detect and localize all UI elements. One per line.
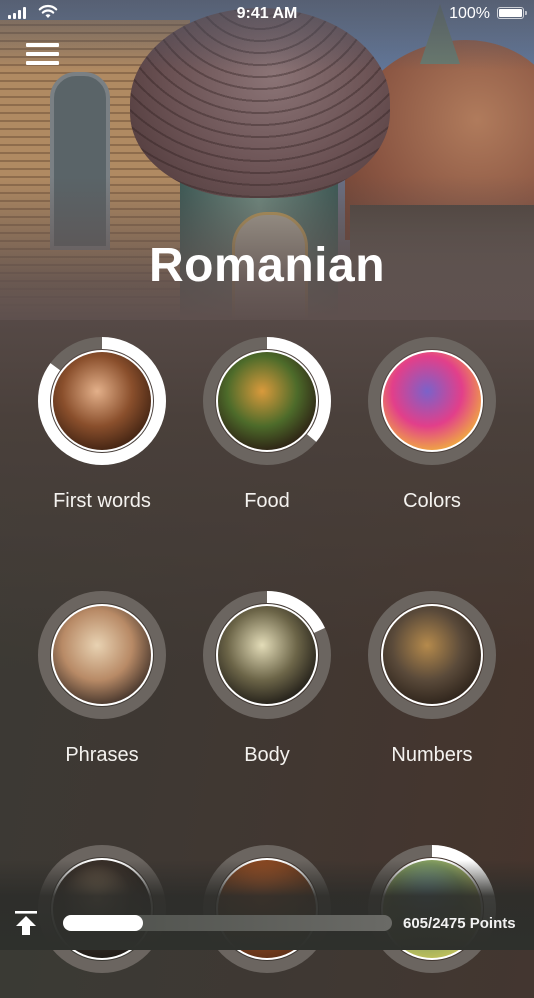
topic-label: Body bbox=[244, 744, 290, 766]
topic-numbers[interactable]: Numbers bbox=[352, 590, 512, 767]
topic-colors[interactable]: Colors bbox=[352, 336, 512, 513]
points-footer: 605/2475 Points bbox=[0, 900, 534, 950]
topic-label: Phrases bbox=[65, 744, 139, 766]
topic-food[interactable]: Food bbox=[187, 336, 347, 513]
points-progress-fill bbox=[63, 915, 144, 931]
hamburger-menu-icon[interactable] bbox=[26, 41, 60, 67]
battery-icon bbox=[497, 7, 527, 19]
topic-phrases[interactable]: Phrases bbox=[22, 590, 182, 767]
upload-icon[interactable] bbox=[14, 910, 38, 936]
topic-progress-ring bbox=[368, 591, 496, 719]
topic-progress-ring bbox=[203, 337, 331, 465]
topic-first-words[interactable]: First words bbox=[22, 336, 182, 513]
page-title: Romanian bbox=[148, 239, 386, 292]
smiling-child-photo bbox=[53, 352, 151, 450]
topic-progress-ring bbox=[38, 337, 166, 465]
colored-powder-photo bbox=[383, 352, 481, 450]
smiling-woman-photo bbox=[53, 606, 151, 704]
wooden-numbers-photo bbox=[383, 606, 481, 704]
battery-percentage: 100% bbox=[449, 5, 490, 22]
status-bar: 9:41 AM 100% bbox=[0, 0, 534, 28]
topic-body[interactable]: Body bbox=[187, 590, 347, 767]
points-progress-bar bbox=[63, 915, 392, 931]
points-label: 605/2475 Points bbox=[403, 915, 516, 932]
topic-label: Numbers bbox=[391, 744, 473, 766]
topic-label: Colors bbox=[403, 490, 461, 512]
burger-and-soda-photo bbox=[218, 352, 316, 450]
skeleton-photo bbox=[218, 606, 316, 704]
topic-label: Food bbox=[244, 490, 290, 512]
topic-progress-ring bbox=[38, 591, 166, 719]
topic-progress-ring bbox=[368, 337, 496, 465]
topic-progress-ring bbox=[203, 591, 331, 719]
topic-label: First words bbox=[53, 490, 151, 512]
